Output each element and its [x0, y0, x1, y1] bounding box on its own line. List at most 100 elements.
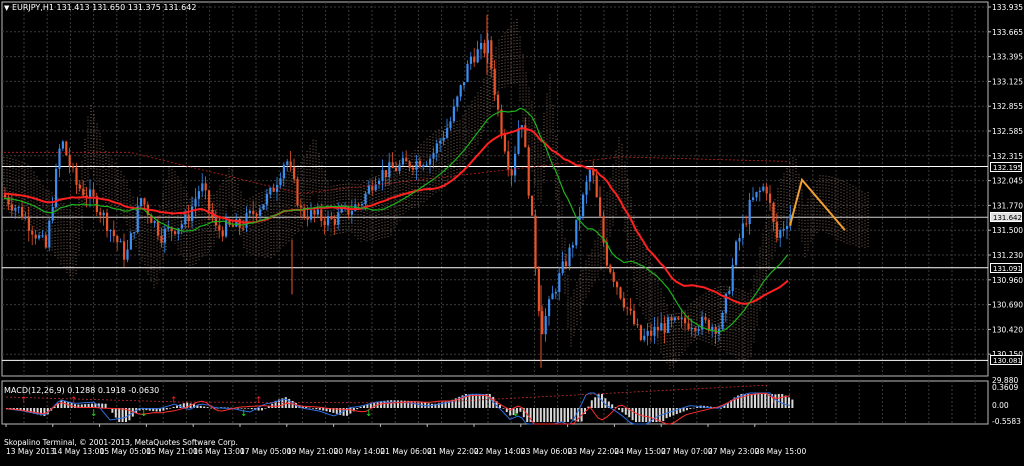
candle-body: [762, 186, 765, 191]
macd-bar: [206, 407, 209, 408]
candle-body: [646, 330, 649, 336]
macd-title: MACD(12,26,9) 0.1288 0.1918 -0.0630: [4, 386, 160, 395]
macd-bar: [631, 408, 634, 421]
candle-body: [503, 134, 506, 152]
candle-body: [704, 316, 707, 320]
price-scale-label: 130.690: [992, 301, 1023, 310]
chart-window[interactable]: 133.935 133.665 133.395 133.125 132.855 132.5…: [0, 0, 1024, 462]
candle-body: [72, 166, 75, 168]
candle-body: [279, 178, 282, 186]
candle-body: [201, 183, 204, 192]
candle-body: [405, 158, 408, 162]
price-scale-label: 131.770: [992, 201, 1023, 210]
candle-body: [238, 218, 241, 228]
macd-bar: [400, 400, 403, 408]
macd-bar: [594, 397, 597, 408]
macd-bar: [247, 408, 250, 409]
candle-body: [735, 241, 738, 265]
macd-bar: [169, 408, 172, 409]
macd-bar: [682, 408, 685, 412]
candle-body: [452, 106, 455, 122]
dropdown-icon[interactable]: ▼: [4, 4, 9, 12]
candle-body: [364, 193, 367, 205]
candle-body: [687, 323, 690, 329]
copyright-text: Skopalino Terminal, © 2001-2013, MetaQuo…: [4, 438, 238, 447]
candle-body: [782, 228, 785, 231]
macd-marker-down: ↓: [140, 409, 148, 419]
candle-body: [633, 310, 636, 325]
candle-body: [456, 96, 459, 107]
candle-body: [775, 221, 778, 238]
candle-body: [262, 204, 265, 210]
candle-body: [548, 299, 551, 316]
candle-body: [119, 241, 122, 243]
candle-body: [27, 217, 30, 231]
candle-body: [197, 191, 200, 199]
chart-title: ▼ EURJPY,H1 131.413 131.650 131.375 131.…: [4, 3, 196, 12]
moving-average-green: [3, 107, 789, 333]
candle-body: [667, 317, 670, 333]
candle-body: [660, 323, 663, 331]
macd-bar: [757, 394, 760, 408]
candle-body: [551, 293, 554, 300]
macd-bar: [648, 408, 651, 422]
candle-body: [282, 164, 285, 179]
candle-body: [136, 206, 139, 233]
macd-bar: [590, 400, 593, 408]
candle-body: [44, 235, 47, 248]
candle-body: [537, 268, 540, 312]
candle-body: [728, 291, 731, 294]
macd-scale-label: -0.5583: [992, 417, 1021, 426]
candle-body: [378, 180, 381, 185]
macd-bar: [641, 408, 644, 422]
macd-bar: [104, 403, 107, 408]
candle-body: [65, 141, 68, 156]
candle-body: [663, 323, 666, 333]
macd-bar: [114, 408, 117, 418]
macd-bar: [393, 400, 396, 408]
candle-body: [554, 291, 557, 294]
candle-body: [252, 210, 255, 214]
price-scale-label: 130.960: [992, 276, 1023, 285]
candle-body: [480, 42, 483, 50]
candle-body: [99, 212, 102, 216]
time-axis-label: 27 May 23:00: [708, 447, 760, 456]
candle-body: [466, 63, 469, 83]
macd-bar: [675, 408, 678, 415]
candle-body: [330, 216, 333, 220]
candle-body: [327, 216, 330, 226]
macd-bar: [165, 408, 168, 410]
candle-body: [690, 328, 693, 330]
candle-body: [619, 287, 622, 299]
candle-body: [221, 230, 224, 237]
candle-body: [680, 317, 683, 319]
candle-body: [129, 233, 132, 250]
candle-body: [786, 225, 789, 229]
candle-body: [75, 167, 78, 185]
macd-marker-up: ↑: [170, 396, 178, 406]
candle-body: [320, 209, 323, 221]
macd-bar: [567, 408, 569, 422]
macd-bar: [315, 408, 318, 410]
candle-body: [255, 213, 258, 216]
candle-body: [565, 261, 568, 267]
macd-bar: [560, 408, 563, 422]
price-scale-label: 133.665: [992, 28, 1023, 37]
candle-body: [384, 170, 387, 178]
candle-body: [61, 141, 64, 149]
macd-bar: [689, 408, 692, 409]
macd-marker-down: ↓: [512, 409, 520, 419]
candle-body: [677, 317, 680, 319]
time-axis-label: 28 May 15:00: [755, 447, 807, 456]
macd-bar: [318, 408, 321, 410]
candle-body: [184, 214, 187, 225]
candle-body: [112, 230, 115, 237]
macd-bar: [686, 408, 688, 411]
candle-body: [231, 224, 234, 227]
candle-body: [629, 308, 632, 311]
candle-body: [731, 264, 734, 292]
candle-body: [140, 198, 143, 207]
time-axis-label: 24 May 15:00: [614, 447, 666, 456]
candle-body: [622, 298, 625, 308]
macd-bar: [499, 405, 501, 408]
